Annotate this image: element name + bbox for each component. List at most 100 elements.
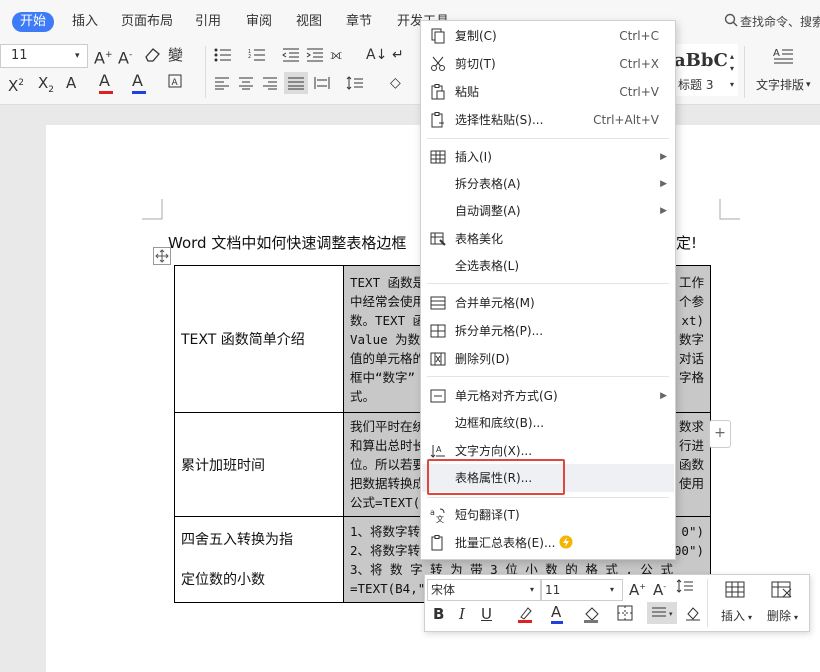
text-layout-button[interactable]: 文字排版	[756, 76, 804, 94]
delete-table-icon[interactable]	[771, 579, 793, 605]
eraser-icon[interactable]	[143, 46, 161, 68]
add-column-icon[interactable]: +	[709, 420, 731, 448]
svg-text:文: 文	[436, 514, 444, 523]
delete-column-icon	[430, 351, 446, 367]
char-border-icon[interactable]: A	[168, 74, 182, 94]
tab-references[interactable]: 引用	[195, 12, 221, 32]
borders-icon[interactable]	[617, 605, 633, 627]
menu-item-insert[interactable]: 插入(I) ▶	[421, 144, 675, 170]
tab-chapter[interactable]: 章节	[346, 12, 372, 32]
phonetic-icon[interactable]: 變	[168, 46, 183, 64]
ribbon-toolbar: 11 ▾ A+ A- 變 X2 X2 A A A A 12 ⟗ A↓ ↵ ◇ a…	[0, 40, 820, 105]
style-name: 标题 3	[678, 78, 714, 92]
svg-text:a: a	[430, 508, 435, 517]
paste-icon	[430, 84, 446, 100]
menu-item-merge-cells[interactable]: 合并单元格(M)	[421, 290, 675, 316]
tab-home[interactable]: 开始	[12, 12, 55, 32]
distribute-icon[interactable]	[314, 76, 330, 96]
document-title-end: 定!	[676, 234, 698, 252]
search-command-input[interactable]: 查找命令、搜索	[740, 12, 820, 32]
table-beautify-icon	[430, 231, 446, 247]
menu-item-paste-special[interactable]: 选择性粘贴(S)... Ctrl+Alt+V	[421, 107, 675, 133]
menu-item-borders-shading[interactable]: 边框和底纹(B)...	[421, 410, 675, 436]
font-color-icon[interactable]: A	[99, 72, 113, 94]
sort-icon[interactable]: A↓	[366, 46, 387, 64]
subscript-icon[interactable]: X2	[38, 74, 54, 99]
menu-item-table-beautify[interactable]: 表格美化	[421, 226, 675, 252]
highlight-pen-icon[interactable]	[517, 605, 535, 629]
shading-icon[interactable]: ◇	[390, 74, 401, 92]
tab-review[interactable]: 审阅	[246, 12, 272, 32]
align-center-icon[interactable]	[238, 76, 254, 96]
numbered-list-icon[interactable]: 12	[248, 48, 266, 68]
italic-icon[interactable]: I	[459, 605, 465, 623]
increase-indent-icon[interactable]	[306, 48, 324, 68]
chevron-down-icon: ▾	[530, 585, 535, 594]
underline-icon[interactable]: U	[481, 605, 492, 623]
font-color-icon[interactable]: A	[551, 603, 563, 624]
grow-font-icon[interactable]: A+	[629, 578, 646, 599]
menu-item-autofit[interactable]: 自动调整(A) ▶	[421, 198, 675, 224]
text-direction-icon: A	[430, 443, 446, 459]
menu-item-split-table[interactable]: 拆分表格(A) ▶	[421, 171, 675, 197]
highlight-color-icon[interactable]: A	[132, 72, 146, 94]
text-effect-icon[interactable]: A	[66, 74, 76, 92]
text-layout-icon[interactable]: A	[772, 46, 794, 72]
font-size-select[interactable]: 11 ▾	[541, 579, 623, 601]
margin-corner-mark	[142, 199, 163, 220]
font-size-box[interactable]: 11 ▾	[0, 44, 88, 68]
scissors-icon	[430, 56, 446, 72]
chevron-down-icon[interactable]: ▾	[806, 76, 811, 94]
font-name-select[interactable]: 宋体 ▾	[427, 579, 541, 601]
table-cell-label[interactable]: 累计加班时间	[174, 412, 344, 517]
shading-icon[interactable]	[583, 605, 601, 629]
chevron-down-icon[interactable]: ▾	[75, 47, 80, 65]
tab-page-layout[interactable]: 页面布局	[121, 12, 173, 32]
menu-item-cell-align[interactable]: 单元格对齐方式(G) ▶	[421, 383, 675, 409]
line-spacing-icon[interactable]	[676, 579, 694, 599]
table-move-handle-icon[interactable]	[153, 247, 171, 268]
decrease-indent-icon[interactable]	[282, 48, 300, 68]
shrink-font-icon[interactable]: A-	[118, 46, 132, 67]
svg-text:A: A	[436, 445, 442, 454]
table-cell-label[interactable]: TEXT 函数简单介绍	[174, 265, 344, 413]
paste-special-icon	[430, 112, 446, 128]
menu-item-copy[interactable]: 复制(C) Ctrl+C	[421, 23, 675, 49]
chinese-layout-icon[interactable]: ⟗	[330, 46, 342, 64]
show-marks-icon[interactable]: ↵	[392, 46, 404, 64]
expand-icon[interactable]: ▾	[730, 76, 734, 94]
lightning-icon	[559, 535, 573, 552]
superscript-icon[interactable]: X2	[8, 74, 24, 95]
eraser-icon[interactable]	[685, 605, 701, 627]
align-icon[interactable]: ▾	[647, 602, 677, 624]
style-gallery[interactable]: aBbC 标题 3 ▴ ▾ ▾	[674, 44, 738, 96]
grow-font-icon[interactable]: A+	[94, 46, 113, 67]
shrink-font-icon[interactable]: A-	[653, 578, 666, 599]
justify-icon[interactable]	[284, 72, 308, 94]
menu-item-paste[interactable]: 粘贴 Ctrl+V	[421, 79, 675, 105]
menu-item-table-properties[interactable]: 表格属性(R)...	[421, 465, 675, 491]
table-cell-label[interactable]: 四舍五入转换为指 定位数的小数	[174, 516, 344, 603]
chevron-down-icon[interactable]: ▾	[794, 609, 798, 627]
chevron-down-icon[interactable]: ▾	[748, 609, 752, 627]
tab-view[interactable]: 视图	[296, 12, 322, 32]
bullet-list-icon[interactable]	[214, 48, 232, 68]
menu-item-translate[interactable]: a文 短句翻译(T)	[421, 502, 675, 528]
align-right-icon[interactable]	[262, 76, 278, 96]
mini-toolbar: 宋体 ▾ 11 ▾ A+ A- B I U A ▾ 插入 ▾ 删除 ▾	[424, 574, 810, 632]
line-spacing-icon[interactable]	[346, 76, 364, 96]
insert-table-icon[interactable]	[725, 579, 747, 605]
tab-insert[interactable]: 插入	[72, 12, 98, 32]
menu-item-batch-summary[interactable]: 批量汇总表格(E)...	[421, 530, 675, 556]
bold-icon[interactable]: B	[433, 605, 444, 623]
align-left-icon[interactable]	[214, 76, 230, 96]
menu-item-delete-column[interactable]: 删除列(D)	[421, 346, 675, 372]
menu-item-cut[interactable]: 剪切(T) Ctrl+X	[421, 51, 675, 77]
search-icon[interactable]	[724, 13, 738, 30]
context-menu: 复制(C) Ctrl+C 剪切(T) Ctrl+X 粘贴 Ctrl+V 选择性粘…	[420, 20, 676, 560]
delete-button[interactable]: 删除	[767, 607, 791, 625]
chevron-right-icon: ▶	[660, 179, 667, 189]
menu-item-select-table[interactable]: 全选表格(L)	[421, 253, 675, 279]
menu-item-split-cells[interactable]: 拆分单元格(P)...	[421, 318, 675, 344]
insert-button[interactable]: 插入	[721, 607, 745, 625]
